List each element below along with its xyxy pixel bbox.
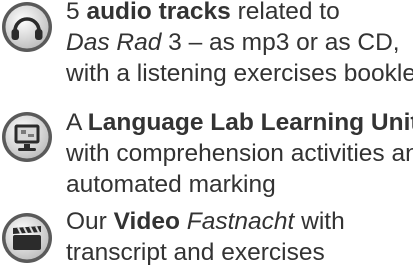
item-line: A Language Lab Learning Unit (66, 109, 413, 136)
item-line: 5 audio tracks related to (66, 0, 340, 25)
item-line: with comprehension activities and (66, 140, 413, 167)
item-line: Das Rad 3 – as mp3 or as CD, (66, 29, 400, 56)
item-line: with a listening exercises booklet (66, 60, 413, 87)
item-line: transcript and exercises (66, 239, 325, 266)
clapperboard-icon (0, 211, 54, 265)
computer-monitor-icon (0, 110, 54, 164)
item-line: automated marking (66, 171, 276, 198)
item-line: Our Video Fastnacht with (66, 208, 345, 235)
headphones-icon (0, 0, 54, 54)
